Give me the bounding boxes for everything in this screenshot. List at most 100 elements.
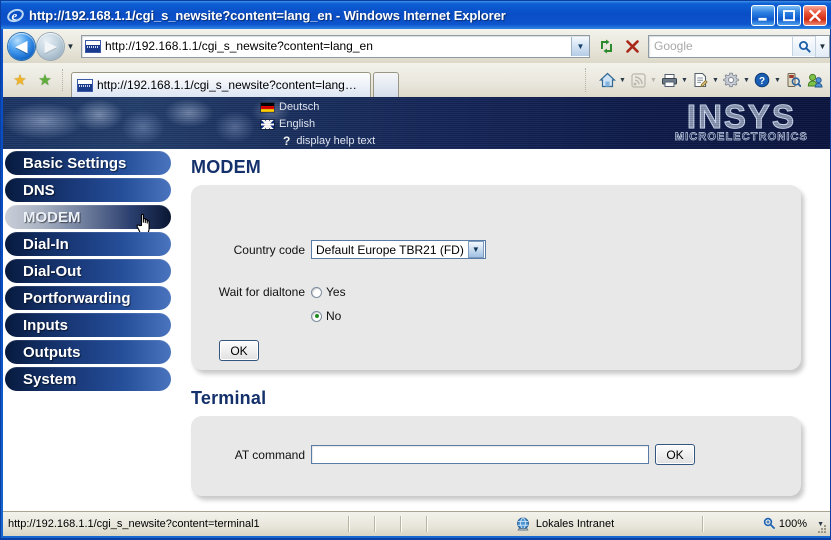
modem-settings-panel: Country code Default Europe TBR21 (FD) ▼…	[191, 185, 801, 370]
maximize-button[interactable]	[777, 4, 801, 26]
recent-pages-button[interactable]: ▼	[64, 33, 77, 60]
logo-wordmark: INSYS	[686, 98, 796, 135]
svg-text:?: ?	[759, 76, 765, 87]
back-arrow-icon: ◀	[15, 37, 28, 55]
globe-icon	[516, 517, 531, 531]
radio-wait-dialtone-yes[interactable]	[311, 286, 322, 298]
tools-dropdown-caret[interactable]: ▼	[742, 69, 751, 91]
forward-arrow-icon: ▶	[44, 37, 57, 55]
help-dropdown-caret[interactable]: ▼	[773, 69, 782, 91]
sidebar-item-basic-settings[interactable]: Basic Settings	[5, 151, 171, 175]
sidebar-item-dial-out[interactable]: Dial-Out	[5, 259, 171, 283]
address-bar[interactable]: http://192.168.1.1/cgi_s_newsite?content…	[81, 34, 590, 58]
close-button[interactable]	[803, 4, 827, 26]
status-link-url: http://192.168.1.1/cgi_s_newsite?content…	[8, 518, 260, 530]
print-icon[interactable]	[658, 69, 680, 91]
status-divider	[400, 516, 402, 532]
sidebar-nav: Basic Settings DNS MODEM Dial-In Dial-Ou…	[3, 149, 175, 511]
sidebar-label: DNS	[23, 181, 55, 199]
main-content: MODEM Country code Default Europe TBR21 …	[175, 149, 830, 511]
home-icon[interactable]	[596, 69, 618, 91]
radio-label-no[interactable]: No	[326, 309, 341, 323]
page-viewport: Deutsch English ? display help text INSY…	[3, 97, 830, 511]
terminal-title: Terminal	[191, 388, 267, 408]
display-help-text-link[interactable]: ? display help text	[283, 133, 375, 149]
help-icon[interactable]: ?	[751, 69, 773, 91]
at-command-input[interactable]	[311, 445, 649, 464]
wait-for-dialtone-label: Wait for dialtone	[218, 285, 305, 299]
minimize-button[interactable]	[751, 4, 775, 26]
sidebar-label: Dial-In	[23, 235, 69, 253]
status-bar: http://192.168.1.1/cgi_s_newsite?content…	[3, 511, 830, 536]
display-help-text-label[interactable]: display help text	[296, 135, 375, 147]
language-option-german[interactable]: Deutsch	[261, 99, 375, 115]
search-box[interactable]: Google ▼	[648, 34, 830, 58]
address-dropdown-button[interactable]: ▼	[571, 36, 589, 56]
sidebar-item-inputs[interactable]: Inputs	[5, 313, 171, 337]
uk-flag-icon	[261, 119, 274, 129]
browser-tab[interactable]: http://192.168.1.1/cgi_s_newsite?content…	[71, 72, 371, 97]
sidebar-label: Inputs	[23, 316, 68, 334]
sidebar-label: MODEM	[23, 208, 81, 226]
sidebar-item-portforwarding[interactable]: Portforwarding	[5, 286, 171, 310]
sidebar-item-dial-in[interactable]: Dial-In	[5, 232, 171, 256]
research-icon[interactable]	[782, 69, 804, 91]
tab-title: http://192.168.1.1/cgi_s_newsite?content…	[97, 78, 362, 92]
terminal-ok-button[interactable]: OK	[655, 444, 695, 465]
wait-dialtone-row-yes: Wait for dialtone Yes	[191, 285, 801, 299]
search-provider-dropdown[interactable]: ▼	[815, 35, 829, 57]
tools-gear-icon[interactable]	[720, 69, 742, 91]
modem-ok-button[interactable]: OK	[219, 340, 259, 361]
page-icon[interactable]	[689, 69, 711, 91]
country-code-row: Country code Default Europe TBR21 (FD) ▼	[191, 240, 801, 259]
svg-text:e: e	[12, 8, 18, 23]
new-tab-button[interactable]	[373, 72, 399, 97]
radio-label-yes[interactable]: Yes	[326, 285, 346, 299]
security-zone[interactable]: Lokales Intranet	[428, 517, 702, 531]
sidebar-item-dns[interactable]: DNS	[5, 178, 171, 202]
stop-button[interactable]	[619, 33, 645, 59]
command-bar: ▼ ▼ ▼ ▼ ▼ ? ▼	[596, 69, 826, 91]
question-mark-icon: ?	[283, 134, 291, 148]
favorites-center-icon[interactable]: ★	[9, 69, 31, 91]
language-label-german[interactable]: Deutsch	[279, 101, 319, 113]
page-favicon-icon	[85, 39, 101, 53]
status-divider	[348, 516, 350, 532]
refresh-button[interactable]	[593, 33, 619, 59]
status-divider	[374, 516, 376, 532]
tab-bar: ★ ★ http://192.168.1.1/cgi_s_newsite?con…	[3, 63, 830, 98]
internet-explorer-icon: e	[7, 7, 24, 24]
add-to-favorites-icon[interactable]: ★	[34, 69, 56, 91]
chevron-down-icon[interactable]: ▼	[467, 241, 484, 258]
at-command-label: AT command	[234, 447, 305, 462]
sidebar-item-modem[interactable]: MODEM	[5, 205, 171, 236]
at-command-row: AT command OK	[191, 444, 801, 465]
sidebar-label: System	[23, 370, 77, 388]
country-code-label: Country code	[233, 242, 305, 257]
search-submit-icon[interactable]	[792, 36, 815, 56]
country-code-select[interactable]: Default Europe TBR21 (FD) ▼	[311, 240, 486, 259]
terminal-panel: AT command OK	[191, 416, 801, 496]
address-input[interactable]: http://192.168.1.1/cgi_s_newsite?content…	[105, 39, 571, 53]
radio-wait-dialtone-no[interactable]	[311, 310, 322, 322]
zoom-control[interactable]: 100% ▼	[704, 517, 830, 532]
zoom-level-label: 100%	[778, 518, 808, 530]
language-switcher: Deutsch English ? display help text	[261, 99, 375, 149]
forward-button[interactable]: ▶	[37, 32, 64, 60]
back-button[interactable]: ◀	[8, 32, 35, 60]
sidebar-item-system[interactable]: System	[5, 367, 171, 391]
logo-tagline: MICROELECTRONICS	[674, 131, 808, 144]
insys-logo: INSYS MICROELECTRONICS	[674, 98, 808, 144]
search-input[interactable]: Google	[649, 39, 792, 53]
resize-grip[interactable]	[814, 521, 828, 535]
window-title: http://192.168.1.1/cgi_s_newsite?content…	[29, 7, 506, 23]
page-dropdown-caret[interactable]: ▼	[711, 69, 720, 91]
rss-dropdown-caret: ▼	[650, 76, 657, 84]
messenger-icon[interactable]	[804, 69, 826, 91]
language-option-english[interactable]: English	[261, 116, 375, 132]
home-dropdown-caret[interactable]: ▼	[618, 69, 627, 91]
language-label-english[interactable]: English	[279, 118, 315, 130]
print-dropdown-caret[interactable]: ▼	[680, 69, 689, 91]
commandbar-divider	[585, 68, 588, 92]
sidebar-item-outputs[interactable]: Outputs	[5, 340, 171, 364]
